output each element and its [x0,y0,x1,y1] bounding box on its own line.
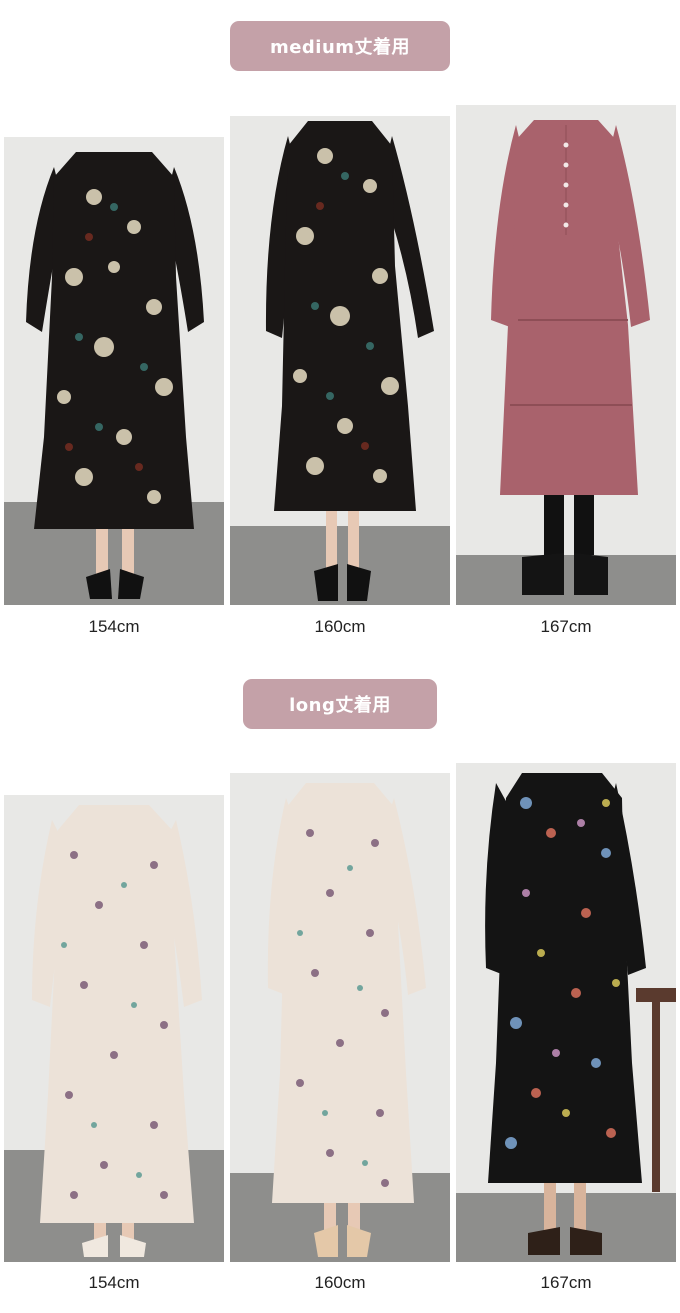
height-label-long-160: 160cm [314,1273,366,1292]
height-label-medium-154: 154cm [88,617,140,636]
model-photo-medium-160 [230,116,450,605]
height-label-long-167: 167cm [540,1273,592,1292]
model-photo-long-160 [230,773,450,1262]
model-photo-medium-167 [456,105,676,605]
model-photo-medium-154 [4,137,224,605]
height-label-medium-160: 160cm [314,617,366,636]
height-label-long-154: 154cm [88,1273,140,1292]
medium-length-badge: medium丈着用 [230,21,450,71]
model-photo-long-167 [456,763,676,1262]
height-label-medium-167: 167cm [540,617,592,636]
model-photo-long-154 [4,795,224,1262]
long-length-badge: long丈着用 [243,679,437,729]
